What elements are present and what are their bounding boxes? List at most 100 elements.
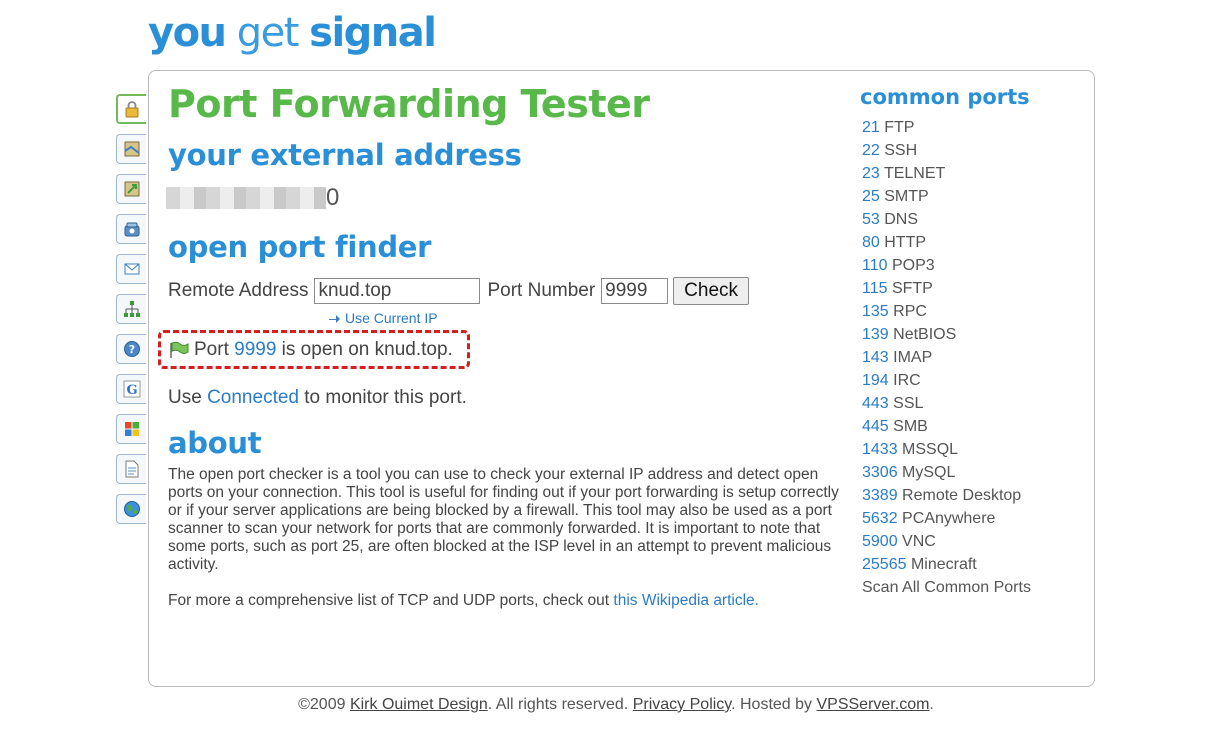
footer-copyright: ©2009 bbox=[298, 696, 350, 713]
port-item[interactable]: 80 HTTP bbox=[862, 231, 1031, 254]
port-number[interactable]: 22 bbox=[862, 142, 880, 159]
port-item[interactable]: 115 SFTP bbox=[862, 277, 1031, 300]
port-name: MySQL bbox=[897, 464, 956, 481]
port-name: Minecraft bbox=[906, 556, 977, 573]
port-item[interactable]: 3306 MySQL bbox=[862, 461, 1031, 484]
monitor-prefix: Use bbox=[168, 387, 208, 408]
port-number[interactable]: 21 bbox=[862, 119, 880, 136]
port-number[interactable]: 5900 bbox=[862, 533, 898, 550]
port-name: HTTP bbox=[879, 234, 927, 251]
port-number-label: Port Number bbox=[487, 280, 596, 301]
privacy-policy-link[interactable]: Privacy Policy bbox=[633, 696, 731, 713]
external-address-heading: your external address bbox=[168, 138, 522, 172]
ip-redacted bbox=[166, 187, 326, 209]
wikipedia-link[interactable]: this Wikipedia article. bbox=[613, 592, 759, 609]
arrow-icon bbox=[329, 314, 340, 323]
result-port-link[interactable]: 9999 bbox=[234, 339, 276, 361]
port-item[interactable]: 194 IRC bbox=[862, 369, 1031, 392]
globe-icon bbox=[123, 501, 140, 517]
port-item[interactable]: 1433 MSSQL bbox=[862, 438, 1031, 461]
remote-address-input[interactable] bbox=[314, 278, 481, 304]
port-number[interactable]: 110 bbox=[862, 257, 888, 274]
common-ports-title: common ports bbox=[860, 85, 1030, 109]
tab-network[interactable] bbox=[116, 294, 146, 324]
footer-rights: . All rights reserved. bbox=[487, 696, 633, 713]
remote-address-label: Remote Address bbox=[168, 280, 309, 301]
connected-link[interactable]: Connected bbox=[207, 387, 299, 408]
about-more-prefix: For more a comprehensive list of TCP and… bbox=[168, 592, 614, 609]
tab-email[interactable] bbox=[116, 254, 146, 284]
port-number[interactable]: 5632 bbox=[862, 510, 898, 527]
monitor-text: Use Connected to monitor this port. bbox=[168, 387, 467, 409]
tab-globe[interactable] bbox=[116, 494, 146, 524]
use-current-ip-link[interactable]: Use Current IP bbox=[328, 310, 438, 326]
port-number[interactable]: 53 bbox=[862, 211, 880, 228]
tab-port-forwarding[interactable] bbox=[116, 94, 146, 124]
port-number[interactable]: 115 bbox=[862, 280, 888, 297]
tab-phone[interactable] bbox=[116, 214, 146, 244]
svg-text:?: ? bbox=[128, 343, 134, 356]
external-ip: 0 bbox=[166, 184, 339, 212]
port-item[interactable]: 53 DNS bbox=[862, 208, 1031, 231]
port-number[interactable]: 445 bbox=[862, 418, 889, 435]
port-item[interactable]: 5632 PCAnywhere bbox=[862, 507, 1031, 530]
port-number[interactable]: 143 bbox=[862, 349, 889, 366]
port-number[interactable]: 3389 bbox=[862, 487, 898, 504]
port-number[interactable]: 1433 bbox=[862, 441, 898, 458]
port-item[interactable]: 3389 Remote Desktop bbox=[862, 484, 1031, 507]
port-name: MSSQL bbox=[897, 441, 959, 458]
google-icon: G bbox=[123, 380, 140, 398]
scan-all-ports-link[interactable]: Scan All Common Ports bbox=[862, 576, 1031, 599]
port-number[interactable]: 25 bbox=[862, 188, 880, 205]
port-name: SSH bbox=[879, 142, 918, 159]
port-number[interactable]: 139 bbox=[862, 326, 889, 343]
logo-part-get: get bbox=[236, 10, 300, 56]
use-current-ip-label: Use Current IP bbox=[345, 310, 438, 326]
tab-document[interactable] bbox=[116, 454, 146, 484]
port-number[interactable]: 23 bbox=[862, 165, 880, 182]
port-item[interactable]: 443 SSL bbox=[862, 392, 1031, 415]
phone-icon bbox=[124, 222, 139, 237]
port-item[interactable]: 22 SSH bbox=[862, 139, 1031, 162]
port-number[interactable]: 80 bbox=[862, 234, 880, 251]
tab-map[interactable] bbox=[116, 134, 146, 164]
ip-visible-part: 0 bbox=[326, 184, 340, 211]
port-number[interactable]: 3306 bbox=[862, 464, 898, 481]
port-number[interactable]: 135 bbox=[862, 303, 889, 320]
port-item[interactable]: 25 SMTP bbox=[862, 185, 1031, 208]
port-number-input[interactable] bbox=[601, 278, 669, 304]
monitor-suffix: to monitor this port. bbox=[298, 387, 467, 408]
windows-icon bbox=[124, 422, 139, 436]
map-arrow-icon bbox=[124, 181, 139, 197]
port-number[interactable]: 194 bbox=[862, 372, 889, 389]
tab-help[interactable]: ? bbox=[116, 334, 146, 364]
port-item[interactable]: 135 RPC bbox=[862, 300, 1031, 323]
tab-google[interactable]: G bbox=[116, 374, 146, 404]
port-item[interactable]: 445 SMB bbox=[862, 415, 1031, 438]
footer-end: . bbox=[929, 696, 934, 713]
host-link[interactable]: VPSServer.com bbox=[816, 696, 929, 713]
result-prefix: Port bbox=[194, 338, 235, 360]
author-link[interactable]: Kirk Ouimet Design bbox=[350, 696, 488, 713]
site-logo[interactable]: you get signal bbox=[148, 10, 437, 56]
port-name: VNC bbox=[897, 533, 936, 550]
port-item[interactable]: 23 TELNET bbox=[862, 162, 1031, 185]
tab-windows[interactable] bbox=[116, 414, 146, 444]
check-button[interactable]: Check bbox=[673, 277, 750, 305]
port-number[interactable]: 25565 bbox=[862, 556, 907, 573]
tab-map-trace[interactable] bbox=[116, 174, 146, 204]
lock-icon bbox=[125, 101, 139, 118]
port-check-form: Remote Address Port Number Check bbox=[168, 277, 750, 305]
map-icon bbox=[123, 141, 140, 157]
port-name: PCAnywhere bbox=[897, 510, 996, 527]
port-name: POP3 bbox=[887, 257, 935, 274]
port-name: Remote Desktop bbox=[897, 487, 1022, 504]
port-item[interactable]: 21 FTP bbox=[862, 116, 1031, 139]
port-item[interactable]: 110 POP3 bbox=[862, 254, 1031, 277]
about-text: The open port checker is a tool you can … bbox=[168, 466, 839, 573]
port-item[interactable]: 143 IMAP bbox=[862, 346, 1031, 369]
port-item[interactable]: 139 NetBIOS bbox=[862, 323, 1031, 346]
port-item[interactable]: 25565 Minecraft bbox=[862, 553, 1031, 576]
port-number[interactable]: 443 bbox=[862, 395, 889, 412]
port-item[interactable]: 5900 VNC bbox=[862, 530, 1031, 553]
